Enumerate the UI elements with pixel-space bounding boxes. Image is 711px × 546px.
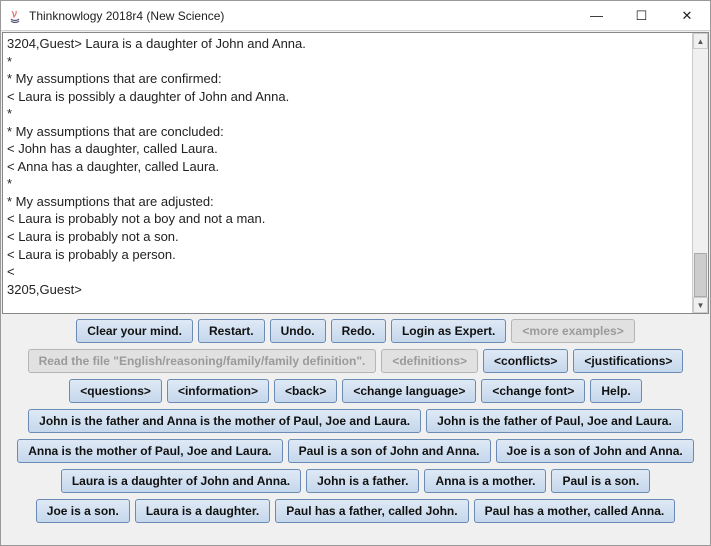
- scroll-up-icon[interactable]: ▲: [693, 33, 708, 49]
- help-button[interactable]: Help.: [590, 379, 641, 403]
- sentence-paul-has-father-button[interactable]: Paul has a father, called John.: [275, 499, 468, 523]
- sentence-joe-son-of-button[interactable]: Joe is a son of John and Anna.: [496, 439, 694, 463]
- sentence-laura-is-daughter-button[interactable]: Laura is a daughter.: [135, 499, 270, 523]
- sentence-john-anna-parents-button[interactable]: John is the father and Anna is the mothe…: [28, 409, 421, 433]
- login-expert-button[interactable]: Login as Expert.: [391, 319, 506, 343]
- definitions-button: <definitions>: [381, 349, 478, 373]
- row-sentences-2: Anna is the mother of Paul, Joe and Laur…: [7, 439, 704, 463]
- row-controls: Clear your mind. Restart. Undo. Redo. Lo…: [7, 319, 704, 343]
- title-bar: Thinknowlogy 2018r4 (New Science) — ☐ ✕: [1, 1, 710, 31]
- content-area: 3204,Guest> Laura is a daughter of John …: [1, 31, 710, 545]
- change-language-button[interactable]: <change language>: [342, 379, 476, 403]
- vertical-scrollbar[interactable]: ▲ ▼: [692, 33, 708, 313]
- row-sentences-1: John is the father and Anna is the mothe…: [7, 409, 704, 433]
- row-sentences-4: Joe is a son. Laura is a daughter. Paul …: [7, 499, 704, 523]
- app-window: Thinknowlogy 2018r4 (New Science) — ☐ ✕ …: [0, 0, 711, 546]
- clear-mind-button[interactable]: Clear your mind.: [76, 319, 193, 343]
- redo-button[interactable]: Redo.: [331, 319, 386, 343]
- console-area: 3204,Guest> Laura is a daughter of John …: [2, 32, 709, 314]
- minimize-button[interactable]: —: [574, 1, 619, 30]
- row-file: Read the file "English/reasoning/family/…: [7, 349, 704, 373]
- sentence-laura-daughter-of-button[interactable]: Laura is a daughter of John and Anna.: [61, 469, 301, 493]
- information-button[interactable]: <information>: [167, 379, 269, 403]
- scroll-down-icon[interactable]: ▼: [693, 297, 708, 313]
- back-button[interactable]: <back>: [274, 379, 337, 403]
- maximize-button[interactable]: ☐: [619, 1, 664, 30]
- sentence-anna-is-mother-button[interactable]: Anna is a mother.: [424, 469, 546, 493]
- close-button[interactable]: ✕: [664, 1, 710, 30]
- justifications-button[interactable]: <justifications>: [573, 349, 683, 373]
- button-panel: Clear your mind. Restart. Undo. Redo. Lo…: [1, 315, 710, 545]
- questions-button[interactable]: <questions>: [69, 379, 162, 403]
- window-title: Thinknowlogy 2018r4 (New Science): [29, 9, 574, 23]
- row-sentences-3: Laura is a daughter of John and Anna. Jo…: [7, 469, 704, 493]
- scroll-track[interactable]: [693, 49, 708, 297]
- sentence-john-is-father-button[interactable]: John is a father.: [306, 469, 419, 493]
- sentence-john-father-of-button[interactable]: John is the father of Paul, Joe and Laur…: [426, 409, 683, 433]
- restart-button[interactable]: Restart.: [198, 319, 265, 343]
- scroll-thumb[interactable]: [694, 253, 707, 297]
- sentence-paul-is-son-button[interactable]: Paul is a son.: [551, 469, 650, 493]
- read-file-button: Read the file "English/reasoning/family/…: [28, 349, 377, 373]
- more-examples-button: <more examples>: [511, 319, 634, 343]
- sentence-paul-has-mother-button[interactable]: Paul has a mother, called Anna.: [474, 499, 676, 523]
- conflicts-button[interactable]: <conflicts>: [483, 349, 568, 373]
- sentence-anna-mother-of-button[interactable]: Anna is the mother of Paul, Joe and Laur…: [17, 439, 282, 463]
- row-nav: <questions> <information> <back> <change…: [7, 379, 704, 403]
- undo-button[interactable]: Undo.: [270, 319, 326, 343]
- sentence-paul-son-of-button[interactable]: Paul is a son of John and Anna.: [288, 439, 491, 463]
- java-icon: [7, 8, 23, 24]
- sentence-joe-is-son-button[interactable]: Joe is a son.: [36, 499, 130, 523]
- change-font-button[interactable]: <change font>: [481, 379, 585, 403]
- console-output[interactable]: 3204,Guest> Laura is a daughter of John …: [3, 33, 692, 313]
- window-controls: — ☐ ✕: [574, 1, 710, 30]
